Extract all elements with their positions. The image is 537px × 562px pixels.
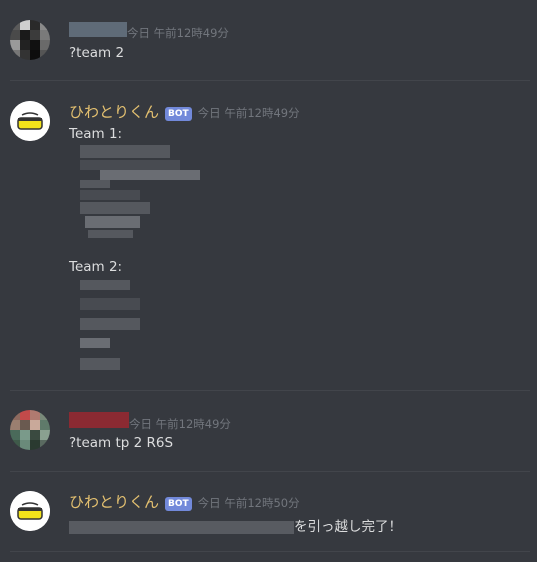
message-3-header: 今日 午前12時49分 (69, 412, 231, 432)
divider (10, 390, 530, 391)
user-avatar-pixelated[interactable] (10, 20, 50, 60)
message-4-suffix: を引っ越し完了！ (294, 519, 402, 535)
message-1-header: 今日 午前12時49分 (69, 22, 229, 41)
divider (10, 551, 530, 552)
divider (10, 80, 530, 81)
message-2-header: ひわとりくん BOT 今日 午前12時49分 (69, 101, 300, 122)
bot-badge: BOT (165, 107, 192, 121)
bot-avatar-icon (10, 101, 50, 141)
message-4-text: を引っ越し完了！ (69, 515, 402, 535)
divider (10, 471, 530, 472)
message-4-header: ひわとりくん BOT 今日 午前12時50分 (69, 491, 300, 512)
team1-label: Team 1: (69, 126, 123, 142)
message-1-text: ?team 2 (69, 45, 125, 61)
team2-label: Team 2: (69, 259, 123, 275)
bot-avatar[interactable] (10, 101, 50, 141)
bot-badge: BOT (165, 497, 192, 511)
redacted-username[interactable] (69, 412, 129, 428)
timestamp: 今日 午前12時49分 (197, 106, 300, 120)
message-3-text: ?team tp 2 R6S (69, 435, 174, 451)
timestamp: 今日 午前12時50分 (197, 496, 300, 510)
timestamp: 今日 午前12時49分 (127, 26, 229, 40)
bot-username[interactable]: ひわとりくん (69, 101, 159, 122)
bot-avatar[interactable] (10, 491, 50, 531)
redacted-username[interactable] (69, 22, 127, 37)
timestamp: 今日 午前12時49分 (129, 417, 231, 431)
bot-username[interactable]: ひわとりくん (69, 491, 159, 512)
bot-avatar-icon (10, 491, 50, 531)
redacted-text (69, 520, 294, 534)
user-avatar-pixelated[interactable] (10, 410, 50, 450)
